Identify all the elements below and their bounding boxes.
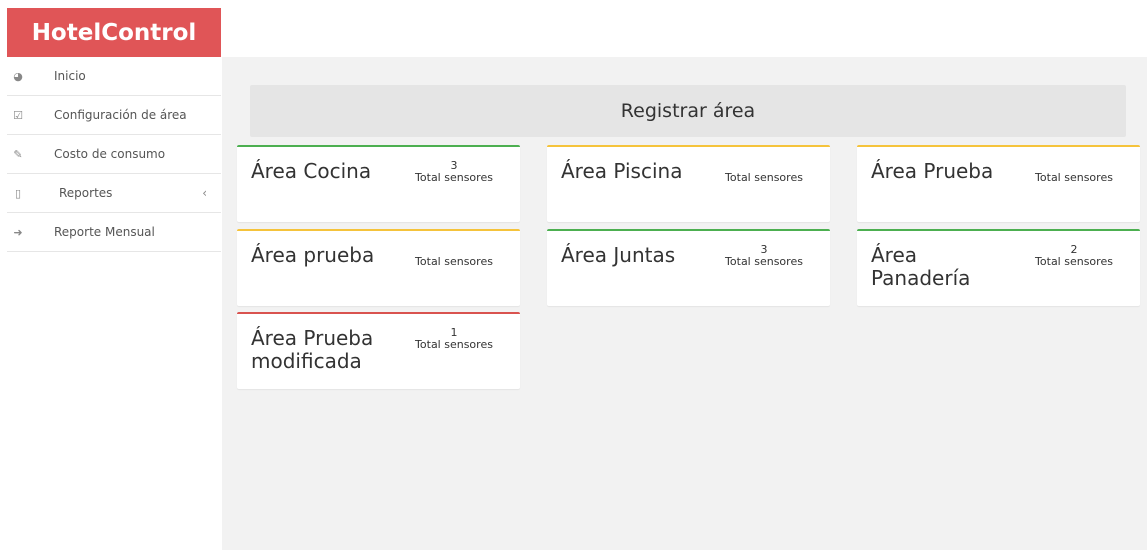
area-title: Área prueba	[251, 243, 375, 267]
area-title: Área Prueba modificada	[251, 326, 374, 373]
pencil-icon: ✎	[13, 147, 23, 161]
sidebar-item-label: Configuración de área	[54, 108, 187, 122]
sensor-count-label: Total sensores	[415, 255, 493, 268]
sidebar-item-configuracion-area[interactable]: ☑ Configuración de área	[7, 96, 221, 135]
area-card[interactable]: Área Piscina Total sensores	[547, 145, 830, 222]
sidebar-item-reportes[interactable]: ▯ Reportes ‹	[7, 174, 221, 213]
sensor-count: 2 Total sensores	[1022, 244, 1126, 268]
area-card[interactable]: Área Prueba Total sensores	[857, 145, 1140, 222]
dashboard-icon: ◕	[13, 69, 23, 83]
arrow-right-icon: ➜	[13, 225, 23, 239]
area-title: Área Prueba	[871, 159, 994, 183]
sidebar-item-label: Inicio	[54, 69, 86, 83]
sensor-count-label: Total sensores	[415, 338, 493, 351]
sensor-count-label: Total sensores	[1035, 255, 1113, 268]
area-title: Área Panadería	[871, 243, 971, 290]
sensor-count-label: Total sensores	[1035, 171, 1113, 184]
sensor-count-label: Total sensores	[725, 255, 803, 268]
check-square-icon: ☑	[13, 108, 23, 122]
sidebar-item-costo-consumo[interactable]: ✎ Costo de consumo	[7, 135, 221, 174]
area-title: Área Juntas	[561, 243, 676, 267]
area-card[interactable]: Área prueba Total sensores	[237, 229, 520, 306]
main-content: Registrar área Área Cocina 3 Total senso…	[222, 57, 1147, 550]
brand-logo[interactable]: HotelControl	[7, 8, 221, 57]
sensor-count: 3 Total sensores	[402, 160, 506, 184]
area-card[interactable]: Área Juntas 3 Total sensores	[547, 229, 830, 306]
sensor-count: Total sensores	[402, 244, 506, 268]
sidebar-item-reporte-mensual[interactable]: ➜ Reporte Mensual	[7, 213, 221, 252]
area-card[interactable]: Área Prueba modificada 1 Total sensores	[237, 312, 520, 389]
file-icon: ▯	[14, 186, 22, 200]
sensor-count: 3 Total sensores	[712, 244, 816, 268]
area-title: Área Piscina	[561, 159, 683, 183]
chevron-left-icon[interactable]: ‹	[202, 186, 207, 200]
sidebar-item-label: Reportes	[59, 186, 113, 200]
sensor-count: 1 Total sensores	[402, 327, 506, 351]
area-title: Área Cocina	[251, 159, 372, 183]
sidebar: ◕ Inicio ☑ Configuración de área ✎ Costo…	[7, 57, 221, 252]
sidebar-item-label: Reporte Mensual	[54, 225, 155, 239]
sensor-count-label: Total sensores	[415, 171, 493, 184]
sensor-count-label: Total sensores	[725, 171, 803, 184]
sidebar-item-label: Costo de consumo	[54, 147, 166, 161]
register-area-button[interactable]: Registrar área	[250, 85, 1126, 137]
sensor-count: Total sensores	[712, 160, 816, 184]
sensor-count: Total sensores	[1022, 160, 1126, 184]
area-card[interactable]: Área Panadería 2 Total sensores	[857, 229, 1140, 306]
sidebar-item-inicio[interactable]: ◕ Inicio	[7, 57, 221, 96]
area-card[interactable]: Área Cocina 3 Total sensores	[237, 145, 520, 222]
